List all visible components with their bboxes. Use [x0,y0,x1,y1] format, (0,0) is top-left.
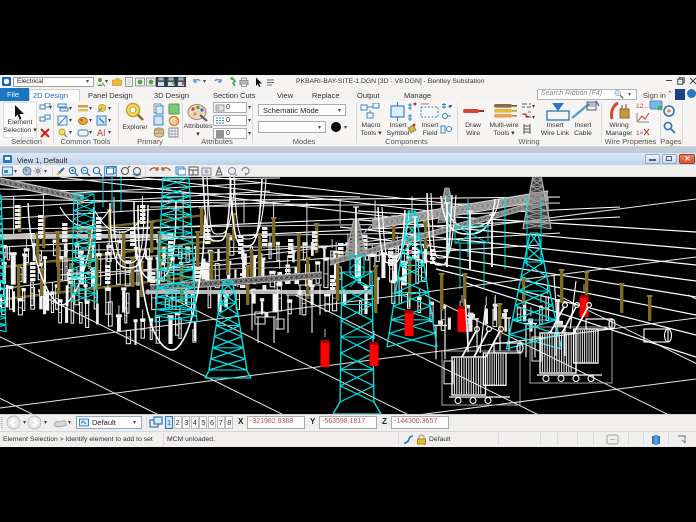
svg-text:@: @ [172,119,179,126]
svg-text:12...: 12... [636,103,649,110]
svg-text:****: **** [421,103,429,109]
svg-text:AI: AI [97,128,106,138]
svg-text:1×: 1× [636,130,644,137]
